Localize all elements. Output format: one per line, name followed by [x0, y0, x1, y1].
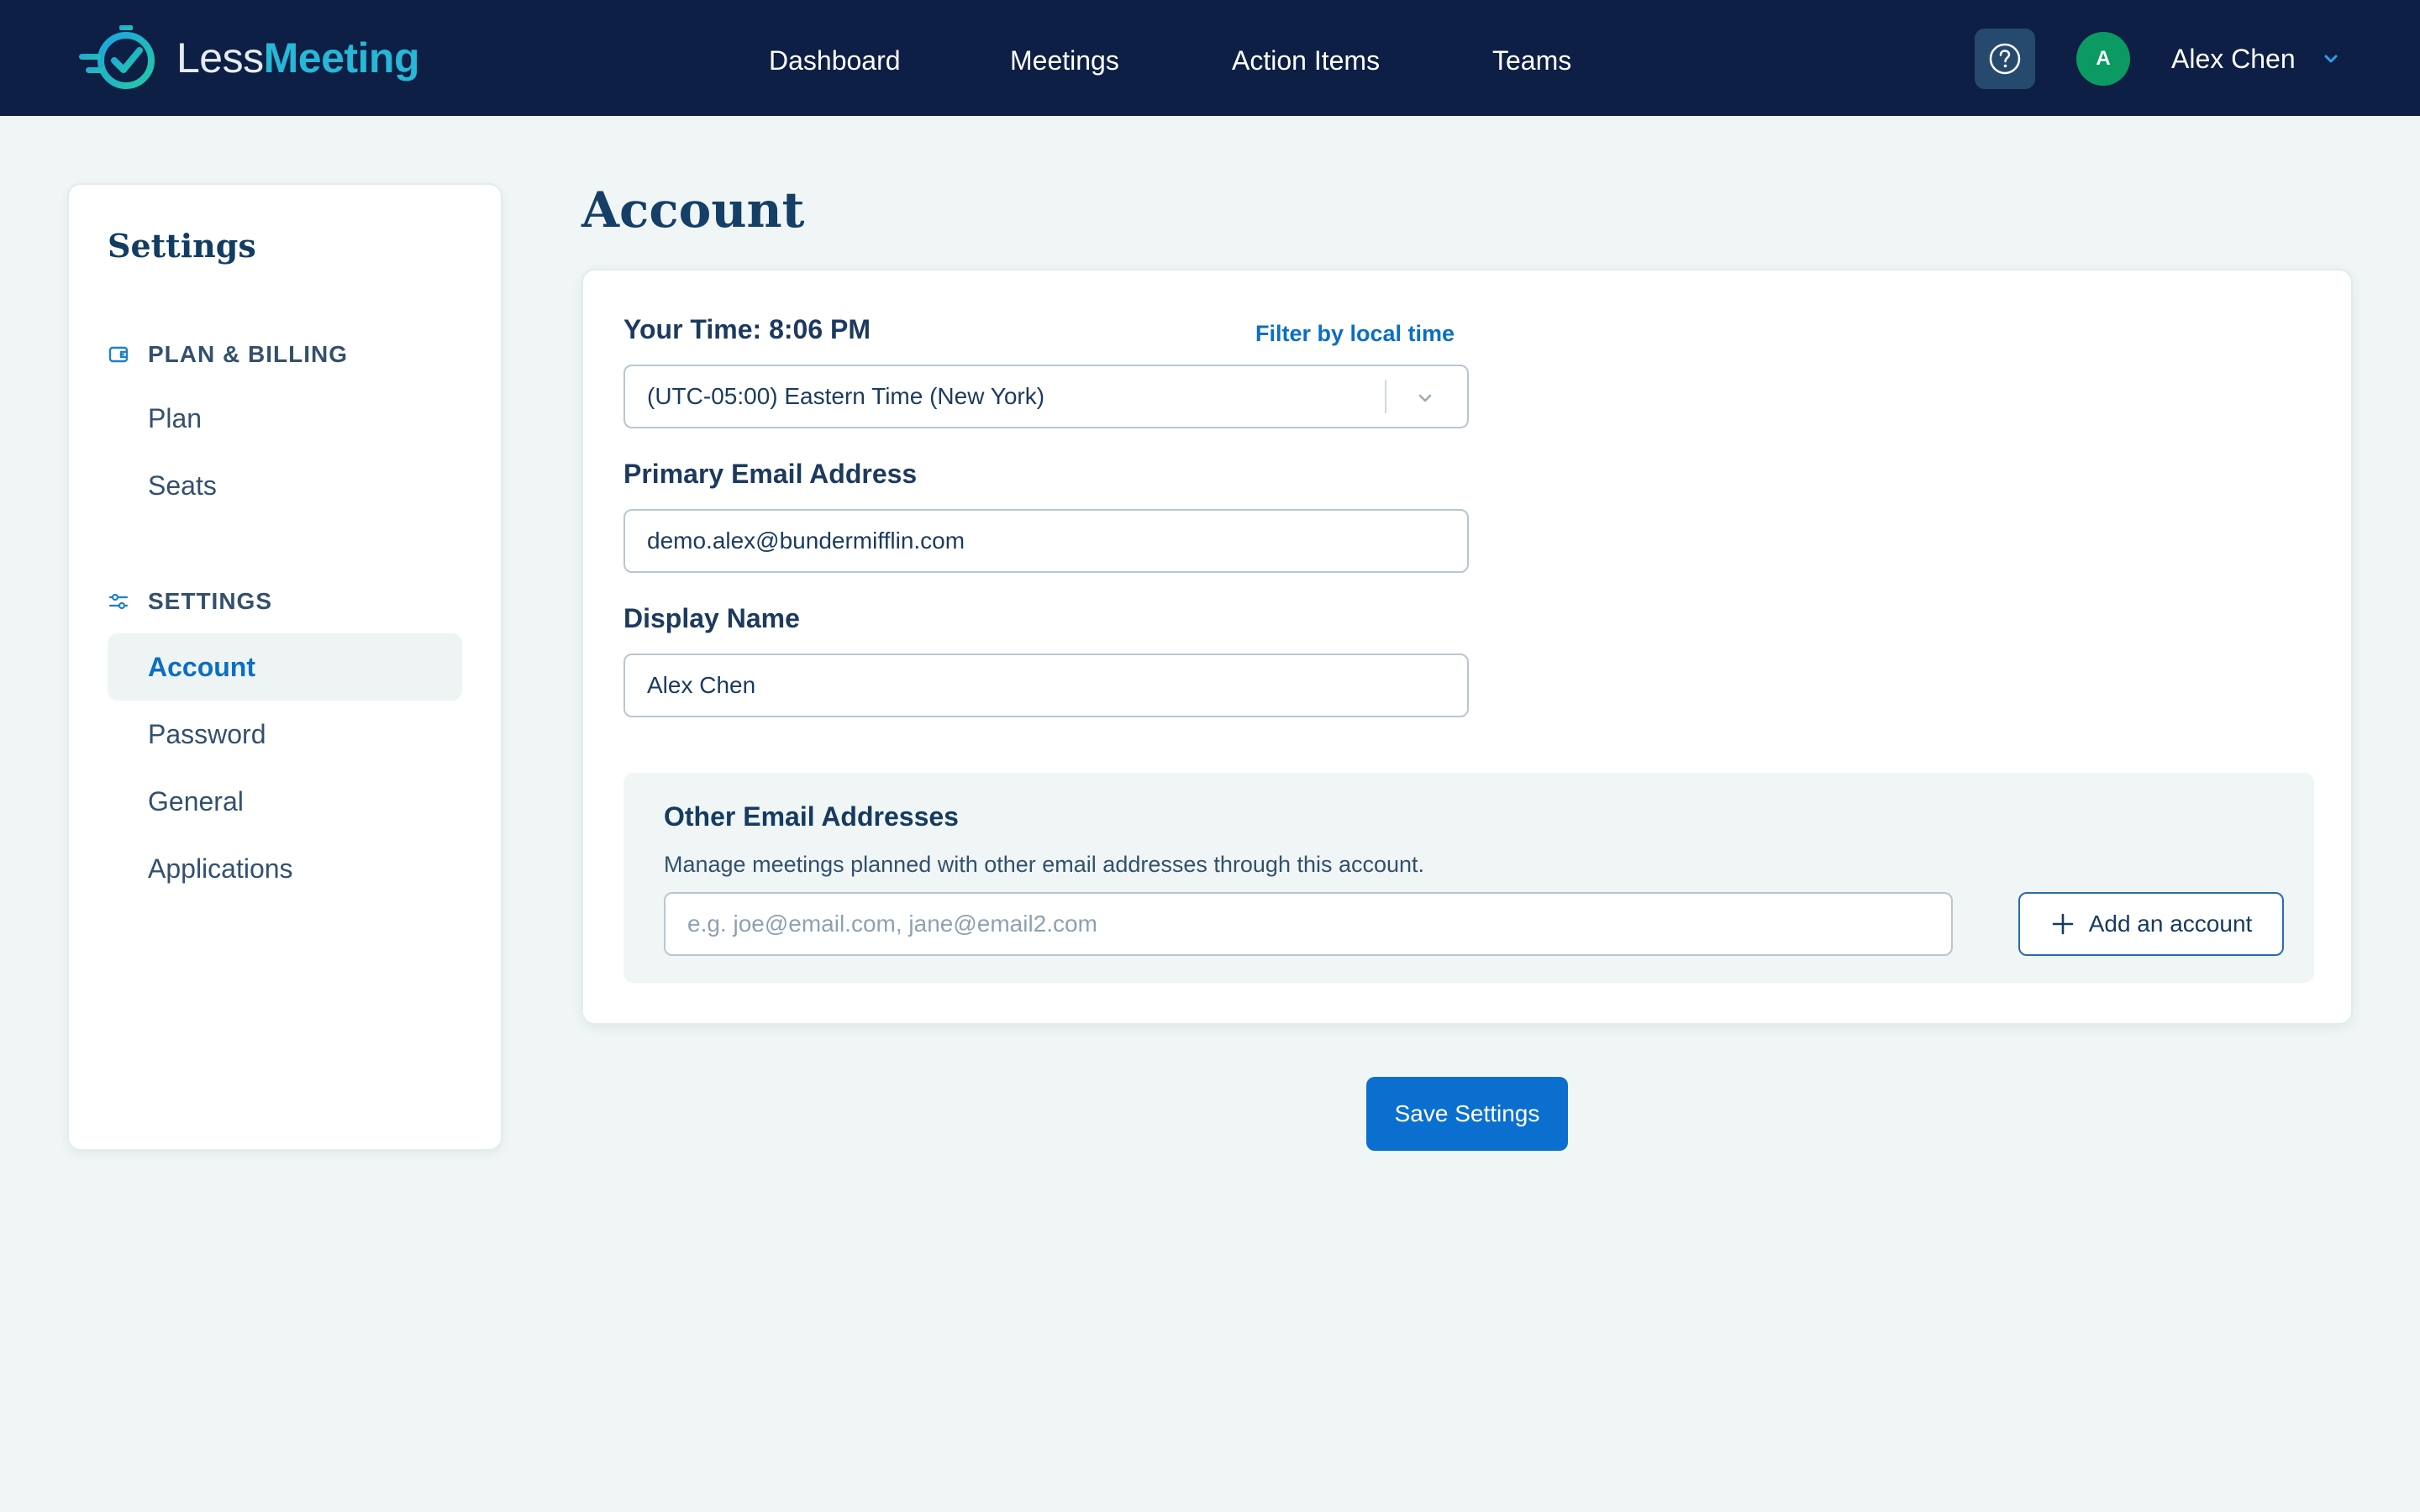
- other-email-addresses-panel: Other Email Addresses Manage meetings pl…: [623, 773, 2314, 983]
- chevron-down-icon[interactable]: [1413, 386, 1437, 410]
- timezone-select[interactable]: (UTC-05:00) Eastern Time (New York): [623, 365, 1469, 428]
- sidebar-item-general[interactable]: General: [108, 768, 462, 835]
- primary-email-label: Primary Email Address: [623, 459, 918, 489]
- display-name-input[interactable]: [623, 654, 1469, 717]
- timezone-value: (UTC-05:00) Eastern Time (New York): [647, 383, 1045, 409]
- add-account-button[interactable]: Add an account: [2018, 892, 2284, 956]
- settings-sidebar: Settings PLAN & BILLING Plan Seats SETTI…: [67, 183, 502, 1151]
- sliders-icon: [108, 593, 129, 610]
- nav-teams[interactable]: Teams: [1492, 42, 1571, 79]
- brand-logo[interactable]: LessMeeting: [77, 24, 420, 92]
- sidebar-item-account[interactable]: Account: [108, 633, 462, 701]
- plus-icon: [2052, 913, 2074, 935]
- display-name-label: Display Name: [623, 603, 800, 633]
- brand-name: LessMeeting: [176, 34, 420, 82]
- section-heading: SETTINGS: [148, 588, 273, 614]
- page-title: Account: [581, 181, 805, 239]
- user-menu-name[interactable]: Alex Chen: [2171, 40, 2296, 77]
- add-account-label: Add an account: [2088, 911, 2253, 937]
- select-divider: [1385, 380, 1386, 413]
- sidebar-title: Settings: [108, 227, 256, 265]
- brand-name-meeting: Meeting: [263, 34, 420, 81]
- save-settings-button[interactable]: Save Settings: [1366, 1077, 1568, 1151]
- nav-dashboard[interactable]: Dashboard: [769, 42, 901, 79]
- brand-name-less: Less: [176, 34, 264, 81]
- wallet-icon: [108, 346, 129, 363]
- other-emails-title: Other Email Addresses: [664, 801, 959, 832]
- top-nav: LessMeeting Dashboard Meetings Action It…: [0, 0, 2420, 116]
- sidebar-item-seats[interactable]: Seats: [108, 452, 462, 519]
- user-avatar[interactable]: A: [2076, 32, 2130, 86]
- question-circle-icon: [1989, 43, 2021, 75]
- section-plan-billing: PLAN & BILLING: [108, 339, 348, 370]
- help-button[interactable]: [1975, 29, 2035, 89]
- other-emails-input[interactable]: [664, 892, 1953, 956]
- nav-action-items[interactable]: Action Items: [1232, 42, 1380, 79]
- section-settings: SETTINGS: [108, 586, 272, 617]
- nav-meetings[interactable]: Meetings: [1010, 42, 1119, 79]
- account-settings-card: Your Time: 8:06 PM Filter by local time …: [581, 269, 2353, 1025]
- your-time-label: Your Time: 8:06 PM: [623, 314, 871, 344]
- sidebar-item-applications[interactable]: Applications: [108, 835, 462, 902]
- sidebar-item-password[interactable]: Password: [108, 701, 462, 768]
- filter-local-time-link[interactable]: Filter by local time: [1255, 321, 1455, 347]
- sidebar-item-plan[interactable]: Plan: [108, 385, 462, 452]
- section-heading: PLAN & BILLING: [148, 341, 348, 367]
- other-emails-description: Manage meetings planned with other email…: [664, 852, 1425, 877]
- chevron-down-icon[interactable]: [2319, 47, 2343, 71]
- primary-email-input[interactable]: [623, 509, 1469, 573]
- logo-clock-check-icon: [79, 25, 155, 89]
